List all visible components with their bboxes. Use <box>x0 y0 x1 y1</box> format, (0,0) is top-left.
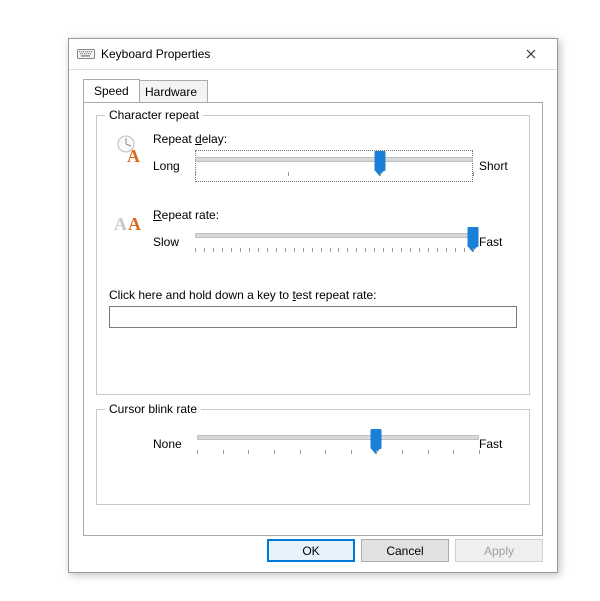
tab-hardware-label: Hardware <box>145 85 197 99</box>
tab-hardware[interactable]: Hardware <box>134 80 208 102</box>
tabpanel-speed: Character repeat A <box>83 102 543 536</box>
close-button[interactable] <box>513 39 549 69</box>
repeat-delay-max-label: Short <box>473 159 517 173</box>
repeat-rate-min-label: Slow <box>153 235 195 249</box>
keyboard-icon <box>77 48 95 60</box>
cancel-button-label: Cancel <box>386 544 423 558</box>
window-title: Keyboard Properties <box>101 47 513 61</box>
repeat-delay-min-label: Long <box>153 159 195 173</box>
tab-speed[interactable]: Speed <box>83 79 140 102</box>
repeat-delay-slider[interactable] <box>195 150 473 182</box>
cursor-blink-min-label: None <box>153 437 197 451</box>
repeat-rate-icon: A A <box>114 210 148 234</box>
svg-text:A: A <box>114 214 127 234</box>
group-character-repeat-legend: Character repeat <box>105 108 203 122</box>
cursor-blink-thumb[interactable] <box>371 429 382 449</box>
group-cursor-blink-rate: Cursor blink rate None Fast <box>96 409 530 505</box>
group-cursor-blink-legend: Cursor blink rate <box>105 402 201 416</box>
repeat-delay-thumb[interactable] <box>375 151 386 171</box>
test-repeat-label: Click here and hold down a key to test r… <box>109 288 517 302</box>
svg-text:A: A <box>127 146 140 164</box>
test-repeat-input[interactable] <box>109 306 517 328</box>
repeat-rate-slider[interactable] <box>195 226 473 258</box>
ok-button-label: OK <box>302 544 319 558</box>
cursor-blink-slider[interactable] <box>197 428 479 460</box>
cursor-blink-max-label: Fast <box>479 437 517 451</box>
ok-button[interactable]: OK <box>267 539 355 562</box>
group-character-repeat: Character repeat A <box>96 115 530 395</box>
keyboard-properties-dialog: Keyboard Properties Speed Hardware Chara… <box>68 38 558 573</box>
tab-speed-label: Speed <box>94 84 129 98</box>
apply-button[interactable]: Apply <box>455 539 543 562</box>
close-icon <box>526 49 536 59</box>
repeat-rate-max-label: Fast <box>473 235 517 249</box>
tabstrip: Speed Hardware <box>83 80 543 102</box>
repeat-rate-thumb[interactable] <box>468 227 479 247</box>
svg-text:A: A <box>128 214 141 234</box>
dialog-button-bar: OK Cancel Apply <box>267 539 543 562</box>
repeat-rate-label: Repeat rate: <box>153 208 517 222</box>
repeat-delay-icon: A <box>115 134 147 164</box>
apply-button-label: Apply <box>484 544 514 558</box>
repeat-delay-label: Repeat delay: <box>153 132 517 146</box>
titlebar[interactable]: Keyboard Properties <box>69 39 557 70</box>
cancel-button[interactable]: Cancel <box>361 539 449 562</box>
